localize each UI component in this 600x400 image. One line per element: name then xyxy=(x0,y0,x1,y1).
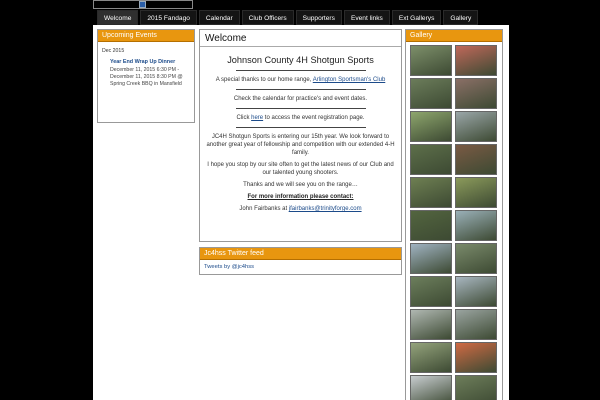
gallery-thumbnail[interactable] xyxy=(455,276,497,307)
gallery-thumbnail[interactable] xyxy=(410,210,452,241)
gallery-thumbnail[interactable] xyxy=(410,45,452,76)
divider xyxy=(235,108,366,109)
upcoming-events-header: Upcoming Events xyxy=(98,30,194,42)
gallery-thumbnail[interactable] xyxy=(410,144,452,175)
contact-line: John Fairbanks at jfairbanks@trinityforg… xyxy=(206,205,395,213)
welcome-heading: Johnson County 4H Shotgun Sports xyxy=(227,55,374,65)
gallery-thumbnail[interactable] xyxy=(455,45,497,76)
gallery-thumbnail[interactable] xyxy=(455,243,497,274)
gallery-thumbnail[interactable] xyxy=(455,177,497,208)
gallery-thumbnail[interactable] xyxy=(455,210,497,241)
gallery-thumbnails xyxy=(406,42,502,400)
nav-item-ext-gallerys[interactable]: Ext Gallerys xyxy=(391,10,442,25)
thanks-text: A special thanks to our home range, Arli… xyxy=(206,76,395,84)
tweets-link[interactable]: Tweets by @jc4hss xyxy=(204,264,401,270)
divider xyxy=(235,127,366,128)
thanks-prefix: A special thanks to our home range, xyxy=(215,77,313,83)
event-title-link[interactable]: Year End Wrap Up Dinner xyxy=(110,59,190,66)
event-month: Dec 2015 xyxy=(102,48,125,54)
gallery-thumbnail[interactable] xyxy=(410,243,452,274)
gallery-thumbnail[interactable] xyxy=(455,375,497,400)
gallery-thumbnail[interactable] xyxy=(410,309,452,340)
top-search-box[interactable] xyxy=(93,0,193,9)
nav-item-event-links[interactable]: Event links xyxy=(343,10,390,25)
nav-item-supporters[interactable]: Supporters xyxy=(295,10,342,25)
gallery-thumbnail[interactable] xyxy=(410,342,452,373)
nav-item-calendar[interactable]: Calendar xyxy=(198,10,240,25)
thanks-paragraph: Thanks and we will see you on the range… xyxy=(243,182,358,188)
gallery-thumbnail[interactable] xyxy=(455,111,497,142)
registration-text: Click here to access the event registrat… xyxy=(206,114,395,122)
nav-item-fandago[interactable]: 2015 Fandago xyxy=(140,10,197,25)
visit-paragraph: I hope you stop by our site often to get… xyxy=(207,162,394,176)
gallery-header: Gallery xyxy=(406,30,502,42)
intro-paragraph: JC4H Shotgun Sports is entering our 15th… xyxy=(206,134,395,156)
gallery-thumbnail[interactable] xyxy=(410,78,452,109)
gallery-thumbnail[interactable] xyxy=(455,78,497,109)
nav-item-gallery[interactable]: Gallery xyxy=(443,10,479,25)
calendar-note: Check the calendar for practice's and ev… xyxy=(233,96,368,102)
click-suffix: to access the event registration page. xyxy=(263,115,365,121)
search-icon[interactable] xyxy=(139,1,146,8)
contact-prefix: John Fairbanks at xyxy=(239,206,289,212)
main-nav: Welcome 2015 Fandago Calendar Club Offic… xyxy=(97,10,479,25)
home-range-link[interactable]: Arlington Sportsman's Club xyxy=(313,77,386,83)
gallery-thumbnail[interactable] xyxy=(455,342,497,373)
welcome-panel: Welcome Johnson County 4H Shotgun Sports… xyxy=(199,29,402,242)
welcome-title: Welcome xyxy=(200,30,401,47)
gallery-thumbnail[interactable] xyxy=(410,276,452,307)
more-info-heading: For more information please contact: xyxy=(247,194,354,200)
click-prefix: Click xyxy=(236,115,252,121)
gallery-thumbnail[interactable] xyxy=(410,111,452,142)
gallery-thumbnail[interactable] xyxy=(455,144,497,175)
divider xyxy=(235,89,366,90)
twitter-feed-panel: Jc4hss Twitter feed Tweets by @jc4hss xyxy=(199,247,402,275)
gallery-thumbnail[interactable] xyxy=(410,375,452,400)
gallery-thumbnail[interactable] xyxy=(410,177,452,208)
registration-link[interactable]: here xyxy=(251,115,263,121)
nav-item-club-officers[interactable]: Club Officers xyxy=(241,10,294,25)
gallery-thumbnail[interactable] xyxy=(455,309,497,340)
nav-item-welcome[interactable]: Welcome xyxy=(97,10,139,25)
upcoming-events-panel: Upcoming Events Dec 2015 Year End Wrap U… xyxy=(97,29,195,123)
divider xyxy=(235,70,366,71)
event-detail: December 11, 2015 6:30 PM - December 11,… xyxy=(110,67,183,87)
gallery-panel: Gallery xyxy=(405,29,503,400)
twitter-feed-header: Jc4hss Twitter feed xyxy=(200,248,401,260)
contact-email-link[interactable]: jfairbanks@trinityforge.com xyxy=(289,206,362,212)
